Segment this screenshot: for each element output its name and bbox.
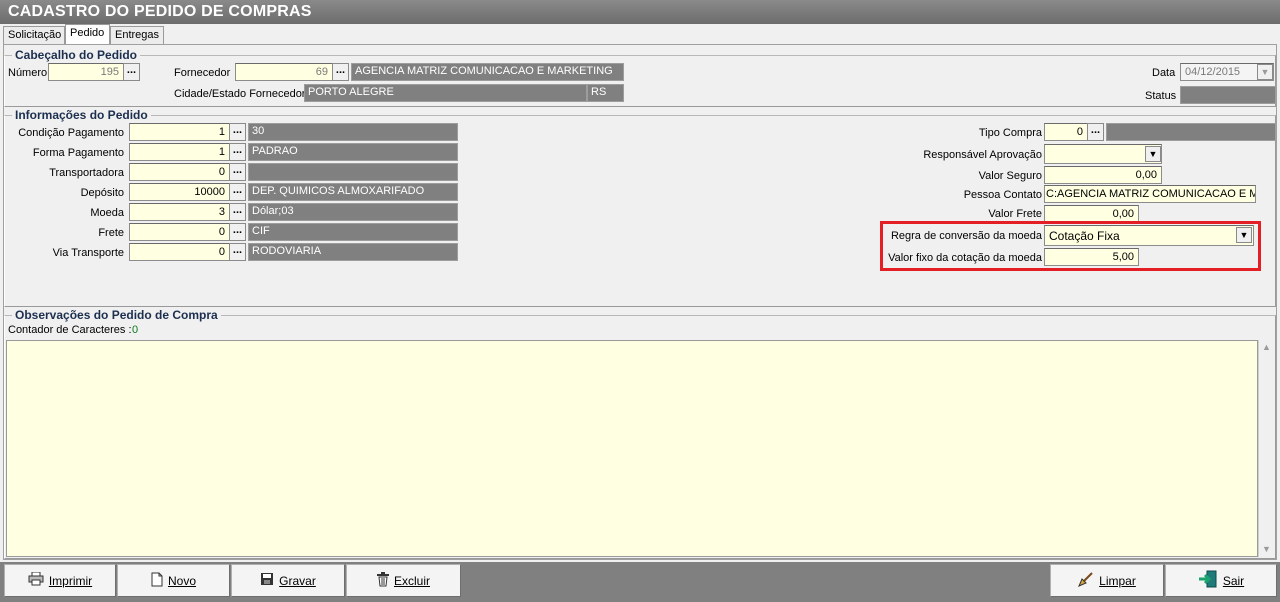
condicao-pagamento-lookup-button[interactable]: ... bbox=[229, 123, 246, 141]
via-transporte-code[interactable]: 0 bbox=[129, 243, 230, 261]
broom-icon bbox=[1078, 571, 1094, 590]
limpar-button[interactable]: Limpar bbox=[1050, 564, 1164, 597]
via-transporte-lookup-button[interactable]: ... bbox=[229, 243, 246, 261]
tab-entregas[interactable]: Entregas bbox=[110, 26, 164, 44]
sair-label: Sair bbox=[1222, 573, 1245, 588]
status-field bbox=[1180, 86, 1276, 104]
tipo-compra-desc bbox=[1106, 123, 1276, 141]
scroll-up-icon[interactable]: ▲ bbox=[1259, 340, 1274, 355]
imprimir-label: Imprimir bbox=[48, 573, 93, 588]
trash-icon bbox=[376, 571, 389, 590]
via-transporte-label: Via Transporte bbox=[52, 247, 124, 259]
numero-field[interactable]: 195 bbox=[48, 63, 124, 81]
transportadora-code[interactable]: 0 bbox=[129, 163, 230, 181]
data-label: Data bbox=[1152, 67, 1176, 79]
fornecedor-name-field: AGENCIA MATRIZ COMUNICACAO E MARKETING bbox=[351, 63, 624, 81]
via-transporte-desc: RODOVIARIA bbox=[248, 243, 458, 261]
scroll-down-icon[interactable]: ▼ bbox=[1259, 542, 1274, 557]
new-document-icon bbox=[151, 572, 163, 590]
numero-label: Número bbox=[8, 67, 48, 79]
chevron-down-icon[interactable]: ▼ bbox=[1236, 227, 1252, 243]
pessoa-contato-field[interactable]: C:AGENCIA MATRIZ COMUNICACAO E MARKETING bbox=[1044, 185, 1256, 203]
moeda-label: Moeda bbox=[90, 207, 124, 219]
save-icon bbox=[260, 572, 274, 589]
novo-label: Novo bbox=[167, 573, 196, 588]
gravar-button[interactable]: Gravar bbox=[231, 564, 345, 597]
data-dropdown-icon[interactable]: ▼ bbox=[1257, 64, 1273, 80]
moeda-lookup-button[interactable]: ... bbox=[229, 203, 246, 221]
sair-button[interactable]: Sair bbox=[1165, 564, 1277, 597]
printer-icon bbox=[28, 571, 44, 589]
condicao-pagamento-label: Condição Pagamento bbox=[18, 127, 124, 139]
numero-lookup-button[interactable]: ... bbox=[123, 63, 140, 81]
pessoa-contato-label: Pessoa Contato bbox=[963, 189, 1042, 201]
tipo-compra-lookup-button[interactable]: ... bbox=[1087, 123, 1104, 141]
cidade-label: Cidade/Estado Fornecedor bbox=[174, 88, 306, 100]
limpar-label: Limpar bbox=[1099, 573, 1136, 588]
tipo-compra-label: Tipo Compra bbox=[978, 127, 1042, 139]
obs-group-title: Observações do Pedido de Compra bbox=[12, 308, 221, 322]
transportadora-label: Transportadora bbox=[49, 167, 124, 179]
valor-fixo-cotacao-label: Valor fixo da cotação da moeda bbox=[888, 252, 1042, 264]
exit-door-icon bbox=[1198, 570, 1218, 591]
deposito-code[interactable]: 10000 bbox=[129, 183, 230, 201]
condicao-pagamento-code[interactable]: 1 bbox=[129, 123, 230, 141]
contador-caracteres-value: 0 bbox=[132, 324, 139, 336]
regra-conversao-select[interactable]: Cotação Fixa bbox=[1044, 225, 1254, 246]
forma-pagamento-lookup-button[interactable]: ... bbox=[229, 143, 246, 161]
valor-frete-label: Valor Frete bbox=[988, 208, 1042, 220]
estado-field: RS bbox=[587, 84, 624, 102]
cidade-field: PORTO ALEGRE bbox=[304, 84, 587, 102]
moeda-desc: Dólar;03 bbox=[248, 203, 458, 221]
forma-pagamento-label: Forma Pagamento bbox=[32, 147, 124, 159]
deposito-label: Depósito bbox=[80, 187, 124, 199]
frete-desc: CIF bbox=[248, 223, 458, 241]
valor-seguro-field[interactable]: 0,00 bbox=[1044, 166, 1162, 184]
condicao-pagamento-desc: 30 bbox=[248, 123, 458, 141]
fornecedor-label: Fornecedor bbox=[174, 67, 231, 79]
tipo-compra-code[interactable]: 0 bbox=[1044, 123, 1088, 141]
gravar-label: Gravar bbox=[279, 573, 316, 588]
imprimir-button[interactable]: Imprimir bbox=[4, 564, 116, 597]
status-label: Status bbox=[1145, 90, 1177, 102]
header-group-title: Cabeçalho do Pedido bbox=[12, 48, 141, 62]
transportadora-lookup-button[interactable]: ... bbox=[229, 163, 246, 181]
valor-seguro-label: Valor Seguro bbox=[978, 170, 1042, 182]
excluir-button[interactable]: Excluir bbox=[346, 564, 461, 597]
chevron-down-icon[interactable]: ▼ bbox=[1145, 146, 1161, 162]
footer-bar: Imprimir Novo Gravar Excluir Limpar Sair bbox=[0, 562, 1280, 602]
frete-label: Frete bbox=[98, 227, 124, 239]
novo-button[interactable]: Novo bbox=[117, 564, 230, 597]
fornecedor-lookup-button[interactable]: ... bbox=[332, 63, 349, 81]
transportadora-desc bbox=[248, 163, 458, 181]
tab-solicitacao[interactable]: Solicitação bbox=[3, 26, 65, 44]
valor-fixo-cotacao-field[interactable]: 5,00 bbox=[1044, 248, 1139, 266]
regra-conversao-label: Regra de conversão da moeda bbox=[890, 230, 1042, 242]
tab-pedido[interactable]: Pedido bbox=[65, 24, 110, 44]
forma-pagamento-desc: PADRAO bbox=[248, 143, 458, 161]
deposito-desc: DEP. QUIMICOS ALMOXARIFADO bbox=[248, 183, 458, 201]
forma-pagamento-code[interactable]: 1 bbox=[129, 143, 230, 161]
responsavel-aprovacao-label: Responsável Aprovação bbox=[923, 149, 1042, 161]
info-group-title: Informações do Pedido bbox=[12, 108, 151, 122]
frete-code[interactable]: 0 bbox=[129, 223, 230, 241]
moeda-code[interactable]: 3 bbox=[129, 203, 230, 221]
deposito-lookup-button[interactable]: ... bbox=[229, 183, 246, 201]
observacoes-textarea[interactable] bbox=[6, 340, 1258, 557]
observacoes-scrollbar[interactable]: ▲ ▼ bbox=[1258, 340, 1274, 557]
excluir-label: Excluir bbox=[393, 573, 430, 588]
frete-lookup-button[interactable]: ... bbox=[229, 223, 246, 241]
fornecedor-code-field[interactable]: 69 bbox=[235, 63, 333, 81]
contador-caracteres-label: Contador de Caracteres : bbox=[8, 324, 132, 336]
window-title: CADASTRO DO PEDIDO DE COMPRAS bbox=[0, 0, 1280, 24]
